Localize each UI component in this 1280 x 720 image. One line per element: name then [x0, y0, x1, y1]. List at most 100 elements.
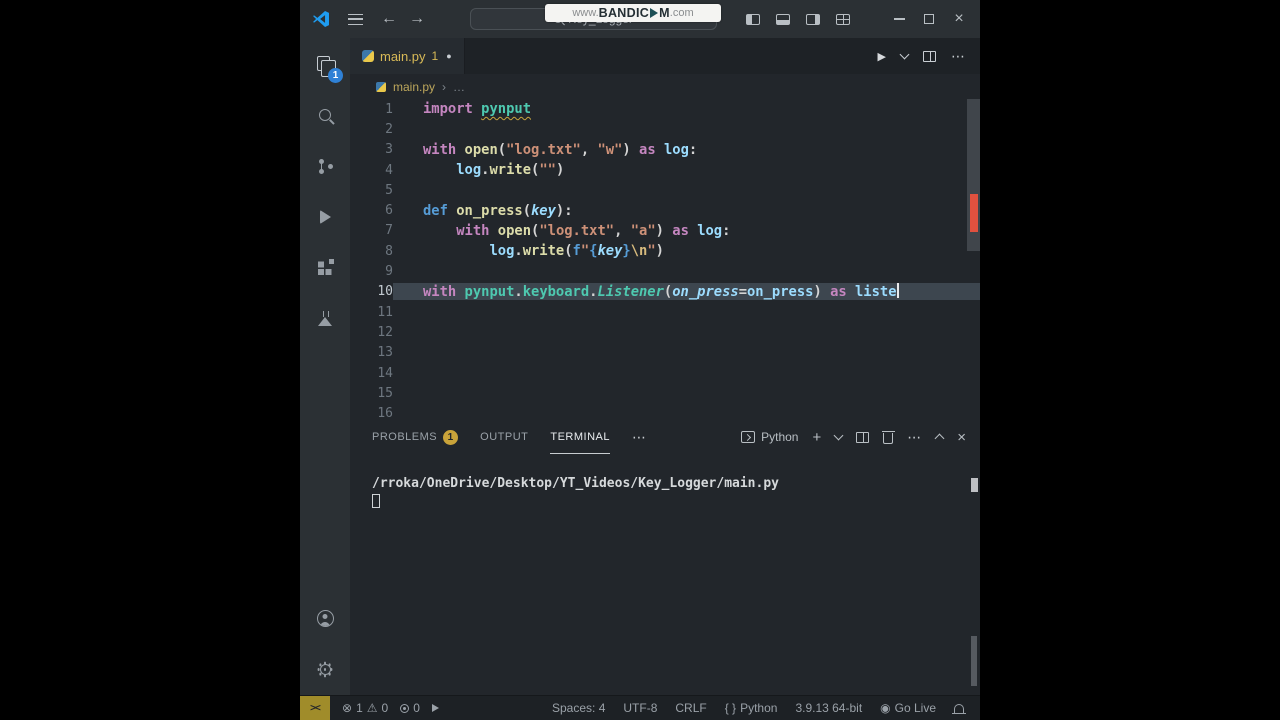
modified-dot-icon[interactable]: ● — [446, 51, 451, 61]
terminal-content[interactable]: /rroka/OneDrive/Desktop/YT_Videos/Key_Lo… — [350, 454, 980, 695]
code-editor[interactable]: 1 import pynput 2 3 with open("log.txt", "w"… — [350, 99, 980, 420]
line-number[interactable]: 12 — [350, 325, 393, 340]
run-file-button[interactable]: ▶ — [878, 50, 886, 63]
encoding-status[interactable]: UTF-8 — [623, 701, 657, 715]
kill-terminal-icon[interactable] — [881, 430, 895, 444]
customize-layout-button[interactable] — [828, 0, 858, 38]
go-live-button[interactable]: ◉ Go Live — [880, 701, 936, 715]
sidebar-item-testing[interactable] — [300, 293, 350, 344]
panel-actions: Python + ⋯ × — [741, 429, 966, 446]
line-number[interactable]: 7 — [350, 223, 393, 238]
remote-indicator[interactable]: >< — [300, 696, 330, 720]
line-number[interactable]: 15 — [350, 386, 393, 401]
code-line[interactable]: 7 with open("log.txt", "a") as log: — [350, 221, 980, 241]
tab-problems[interactable]: PROBLEMS 1 — [372, 420, 459, 454]
line-number[interactable]: 11 — [350, 305, 393, 320]
code-line[interactable]: 9 — [350, 261, 980, 281]
terminal-scrollbar-top[interactable] — [971, 478, 978, 492]
line-number[interactable]: 8 — [350, 244, 393, 259]
code-line[interactable]: 14 — [350, 363, 980, 383]
terminal-dropdown-icon[interactable] — [833, 430, 844, 441]
sidebar-item-extensions[interactable] — [300, 242, 350, 293]
sidebar-item-explorer[interactable]: 1 — [300, 38, 350, 89]
maximize-panel-icon[interactable] — [934, 433, 945, 444]
python-file-icon — [376, 81, 386, 92]
sidebar-item-search[interactable] — [300, 89, 350, 140]
testing-flask-icon — [318, 311, 332, 326]
toggle-panel-button[interactable] — [768, 0, 798, 38]
close-panel-icon[interactable]: × — [957, 429, 966, 446]
run-dropdown-icon[interactable] — [899, 49, 910, 60]
code-line[interactable]: 15 — [350, 383, 980, 403]
ports-status[interactable]: 0 — [400, 701, 420, 715]
tab-main-py[interactable]: main.py 1 ● — [350, 38, 465, 74]
code-line[interactable]: 16 — [350, 403, 980, 420]
extensions-icon — [318, 258, 334, 275]
menu-icon[interactable] — [348, 13, 363, 25]
line-number[interactable]: 5 — [350, 183, 393, 198]
shell-label[interactable]: Python — [761, 430, 798, 444]
line-number[interactable]: 1 — [350, 102, 393, 117]
code-line[interactable]: 13 — [350, 343, 980, 363]
settings-button[interactable] — [300, 644, 350, 695]
account-button[interactable] — [300, 593, 350, 644]
activity-bar: 1 — [300, 38, 350, 695]
toggle-sidebar-button[interactable] — [738, 0, 768, 38]
code-line[interactable]: 4 log.write("") — [350, 160, 980, 180]
toggle-sidebar-icon — [746, 13, 760, 25]
sidebar-item-source-control[interactable] — [300, 140, 350, 191]
line-number[interactable]: 3 — [350, 142, 393, 157]
notifications-bell-icon[interactable] — [952, 703, 966, 714]
forward-icon[interactable]: → — [409, 11, 425, 27]
more-actions-icon[interactable]: ⋯ — [951, 48, 966, 65]
code-token: log — [489, 243, 515, 260]
panel-more-actions-icon[interactable]: ⋯ — [907, 429, 922, 446]
language-status[interactable]: { } Python — [725, 701, 778, 715]
run-status-button[interactable] — [431, 704, 439, 712]
problems-status[interactable]: ⊗ 1 ⚠ 0 — [342, 701, 388, 715]
error-icon: ⊗ — [342, 701, 353, 715]
code-line[interactable]: 3 with open("log.txt", "w") as log: — [350, 140, 980, 160]
toggle-secondary-sidebar-button[interactable] — [798, 0, 828, 38]
code-token: ) — [622, 141, 640, 158]
code-line[interactable]: 5 — [350, 180, 980, 200]
line-number[interactable]: 13 — [350, 345, 393, 360]
code-line[interactable]: 8 log.write(f"{key}\n") — [350, 241, 980, 261]
minimize-button[interactable] — [884, 0, 914, 38]
split-editor-icon[interactable] — [923, 50, 936, 62]
code-token: keyboard — [522, 284, 590, 301]
back-icon[interactable]: ← — [381, 11, 397, 27]
line-number[interactable]: 10 — [350, 284, 393, 299]
line-number[interactable]: 2 — [350, 122, 393, 137]
close-window-button[interactable]: × — [944, 0, 974, 38]
terminal-shell-icon[interactable] — [741, 431, 756, 443]
interpreter-status[interactable]: 3.9.13 64-bit — [795, 701, 862, 715]
tab-terminal[interactable]: TERMINAL — [550, 420, 610, 454]
code-line[interactable]: 2 — [350, 119, 980, 139]
code-line[interactable]: 10 with pynput.keyboard.Listener(on_press… — [350, 282, 980, 302]
line-number[interactable]: 4 — [350, 163, 393, 178]
indent-status[interactable]: Spaces: 4 — [552, 701, 605, 715]
code-token: write — [489, 162, 532, 179]
code-line[interactable]: 12 — [350, 322, 980, 342]
line-number[interactable]: 16 — [350, 406, 393, 420]
split-terminal-icon[interactable] — [856, 431, 870, 443]
breadcrumb-more[interactable]: … — [453, 80, 465, 94]
code-token: key — [597, 243, 623, 260]
eol-status[interactable]: CRLF — [675, 701, 706, 715]
panel-more-tabs-icon[interactable]: ⋯ — [632, 429, 647, 446]
tab-output[interactable]: OUTPUT — [480, 420, 528, 454]
code-line[interactable]: 1 import pynput — [350, 99, 980, 119]
code-line[interactable]: 11 — [350, 302, 980, 322]
line-number[interactable]: 14 — [350, 366, 393, 381]
breadcrumb-file[interactable]: main.py — [393, 80, 435, 94]
sidebar-item-run-debug[interactable] — [300, 191, 350, 242]
error-count: 1 — [356, 701, 363, 715]
terminal-scrollbar[interactable] — [971, 636, 977, 686]
new-terminal-button[interactable]: + — [812, 429, 821, 446]
line-number[interactable]: 6 — [350, 203, 393, 218]
line-number[interactable]: 9 — [350, 264, 393, 279]
code-line[interactable]: 6 def on_press(key): — [350, 200, 980, 220]
maximize-button[interactable] — [914, 0, 944, 38]
problems-badge: 1 — [443, 429, 459, 445]
